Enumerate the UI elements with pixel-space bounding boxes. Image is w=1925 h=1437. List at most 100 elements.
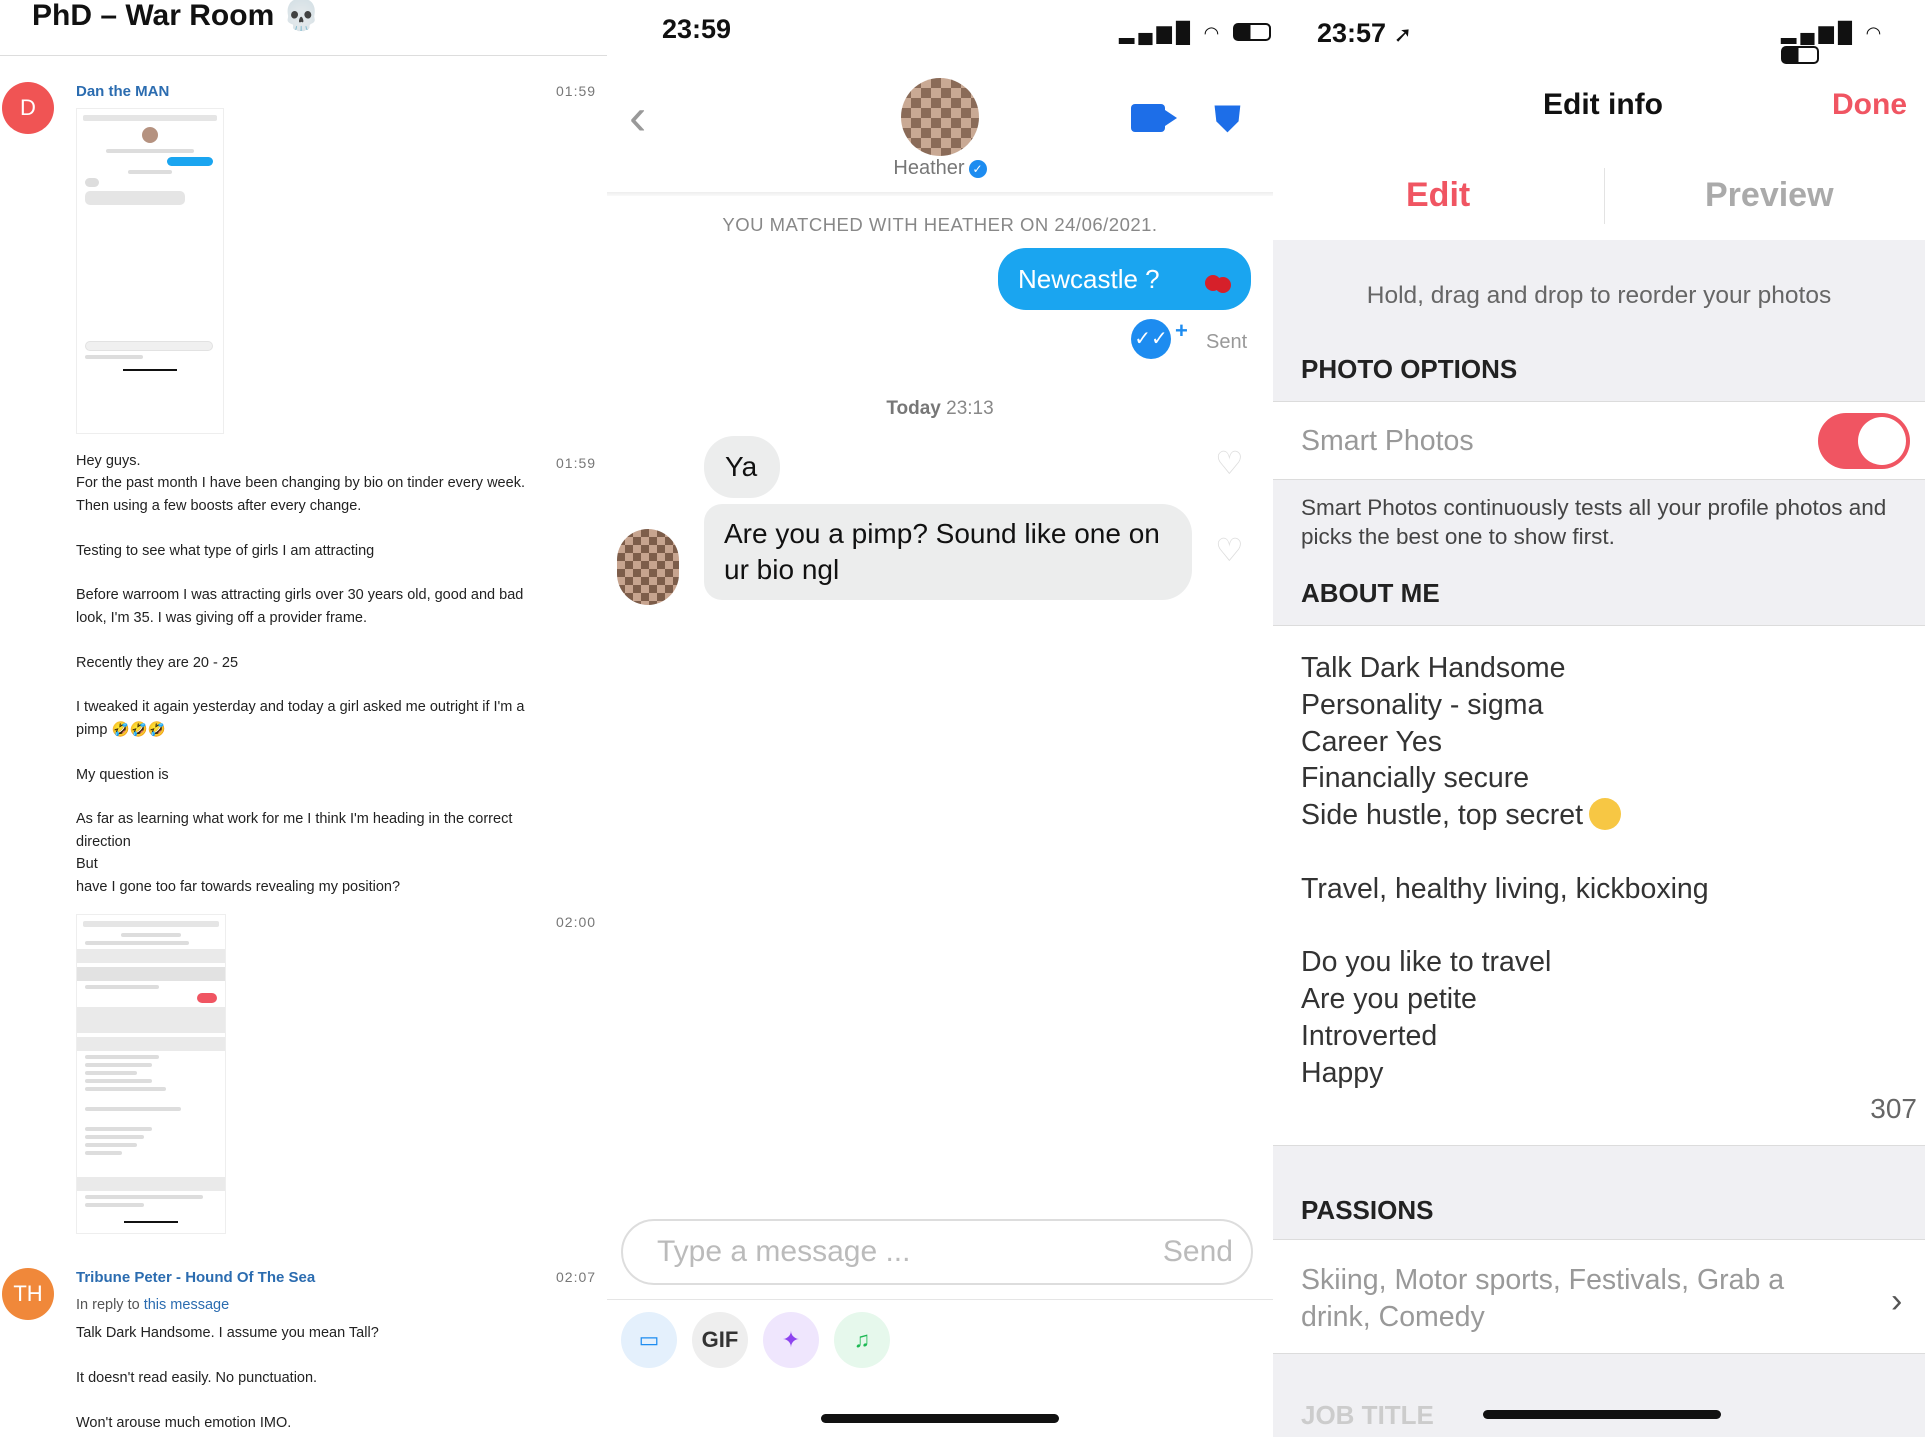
message-line: Before warroom I was attracting girls ov… (76, 587, 524, 604)
signal-icon: ▂▄▆█ (1119, 22, 1195, 44)
bio-line: Talk Dark Handsome (1301, 652, 1566, 684)
done-button[interactable]: Done (1832, 88, 1907, 122)
message-line: direction (76, 833, 131, 850)
attached-screenshot[interactable] (76, 914, 226, 1234)
message-time: 01:59 (556, 83, 597, 99)
passions-value[interactable]: Skiing, Motor sports, Festivals, Grab a … (1301, 1262, 1841, 1336)
message-line: have I gone too far towards revealing my… (76, 878, 401, 895)
message-line: look, I'm 35. I was giving off a provide… (76, 609, 368, 626)
back-icon[interactable]: ‹ (629, 91, 646, 143)
message-line: Talk Dark Handsome. I assume you mean Ta… (76, 1325, 379, 1341)
match-date: YOU MATCHED WITH HEATHER ON 24/06/2021. (722, 214, 1158, 235)
edit-info-panel: 23:57 ➚ ▂▄▆█ ◠ Edit info Done Edit Previ… (1273, 0, 1925, 1437)
chevron-right-icon[interactable]: › (1891, 1282, 1902, 1321)
video-call-icon[interactable] (1131, 104, 1165, 132)
message-line: But (76, 856, 98, 873)
heart-icon[interactable]: ♡ (1215, 531, 1244, 569)
message-line: I tweaked it again yesterday and today a… (76, 699, 525, 716)
music-icon[interactable]: ♫ (834, 1312, 890, 1368)
sender-name[interactable]: Dan the MAN (76, 83, 169, 100)
cherry-icon (1205, 266, 1231, 293)
job-title-header: JOB TITLE (1301, 1400, 1434, 1430)
message-input[interactable]: Type a message ... Send (621, 1219, 1253, 1285)
message-time: 02:07 (556, 1269, 597, 1285)
verified-badge-icon: ✓ (968, 160, 987, 178)
bio-line: Do you like to travel (1301, 946, 1552, 979)
match-name: Heather (893, 157, 965, 179)
message-line (76, 517, 596, 539)
message-body: Hey guys. For the past month I have been… (76, 450, 596, 898)
sparkle-icon[interactable]: ✦ (763, 1312, 819, 1368)
toggle-knob (1858, 417, 1906, 465)
location-arrow-icon: ➚ (1393, 22, 1413, 47)
message-line: Testing to see what type of girls I am a… (76, 542, 375, 559)
smart-photos-description: Smart Photos continuously tests all your… (1301, 495, 1887, 549)
gif-button[interactable]: GIF (692, 1312, 748, 1368)
send-button[interactable]: Send (1163, 1235, 1233, 1269)
message-line (76, 1389, 596, 1411)
shield-icon[interactable]: ⛊ (1214, 101, 1241, 137)
day-time: 23:13 (946, 398, 994, 419)
reply-prefix: In reply to (76, 1297, 140, 1313)
tab-preview[interactable]: Preview (1705, 176, 1834, 215)
bio-line: Personality - sigma (1301, 688, 1544, 721)
message-line (76, 674, 596, 696)
photo-options-header: PHOTO OPTIONS (1301, 354, 1518, 384)
message-line (76, 629, 596, 651)
wifi-icon: ◠ (1865, 23, 1886, 43)
group-chat-panel: PhD – War Room 💀 D Dan the MAN 01:59 01:… (0, 0, 607, 1437)
message-line: pimp 🤣🤣🤣 (76, 721, 166, 738)
divider (1273, 1239, 1925, 1240)
day-separator: Today 23:13 (607, 398, 1273, 420)
message-line: Won't arouse much emotion IMO. (76, 1414, 292, 1431)
status-icons: ▂▄▆█ ◠ (1119, 20, 1271, 45)
wifi-icon: ◠ (1203, 23, 1224, 43)
bio-line: Travel, healthy living, kickboxing (1301, 872, 1709, 905)
sticker-icon[interactable]: ▭ (621, 1312, 677, 1368)
message-line: It doesn't read easily. No punctuation. (76, 1369, 318, 1386)
bio-line: Side hustle, top secret (1301, 799, 1583, 832)
message-placeholder: Type a message ... (657, 1235, 911, 1268)
sent-status: Sent (1206, 331, 1248, 353)
message-line: As far as learning what work for me I th… (76, 811, 513, 828)
divider (607, 1299, 1273, 1300)
attached-screenshot[interactable] (76, 108, 224, 434)
outgoing-message[interactable]: Newcastle ? (998, 248, 1251, 310)
seen-receipt-icon[interactable]: ✓✓ (1131, 319, 1171, 359)
tab-edit[interactable]: Edit (1406, 176, 1470, 215)
incoming-message[interactable]: Are you a pimp? Sound like one on ur bio… (704, 504, 1192, 600)
about-me-header: ABOUT ME (1301, 578, 1440, 608)
incoming-message[interactable]: Ya (704, 436, 780, 498)
divider (1273, 625, 1925, 626)
message-line (76, 562, 596, 584)
message-time: 02:00 (556, 914, 597, 930)
bio-line: Are you petite (1301, 983, 1477, 1016)
bio-line: Financially secure (1301, 762, 1530, 795)
smart-photos-toggle[interactable] (1818, 413, 1910, 469)
divider (1604, 168, 1605, 224)
bio-line: Happy (1301, 1056, 1384, 1089)
reply-link[interactable]: this message (144, 1297, 229, 1313)
divider (1273, 401, 1925, 402)
match-avatar[interactable] (901, 78, 979, 156)
tinder-chat-panel: 23:59 ▂▄▆█ ◠ ‹ Heather ✓ ⛊ YOU MATCHED WI… (607, 0, 1273, 1437)
heart-icon[interactable]: ♡ (1215, 444, 1244, 482)
bio-line (1301, 908, 1709, 945)
avatar[interactable]: D (2, 82, 54, 134)
match-name-row[interactable]: Heather ✓ (607, 157, 1273, 180)
passions-header: PASSIONS (1301, 1195, 1434, 1225)
plus-icon[interactable]: + (1175, 318, 1188, 344)
message-line (76, 786, 596, 808)
reply-reference: In reply to this message (76, 1297, 229, 1313)
day-label: Today (886, 398, 941, 419)
sender-name[interactable]: Tribune Peter - Hound Of The Sea (76, 1269, 315, 1286)
sender-avatar[interactable] (617, 529, 679, 605)
bio-text[interactable]: Talk Dark Handsome Personality - sigma C… (1301, 650, 1709, 1092)
message-body: Talk Dark Handsome. I assume you mean Ta… (76, 1322, 596, 1434)
battery-icon (1232, 23, 1271, 41)
avatar[interactable]: TH (2, 1268, 54, 1320)
message-line: Hey guys. (76, 453, 141, 469)
chat-title: PhD – War Room 💀 (32, 0, 320, 32)
battery-icon (1781, 46, 1819, 64)
signal-icon: ▂▄▆█ (1781, 22, 1857, 44)
